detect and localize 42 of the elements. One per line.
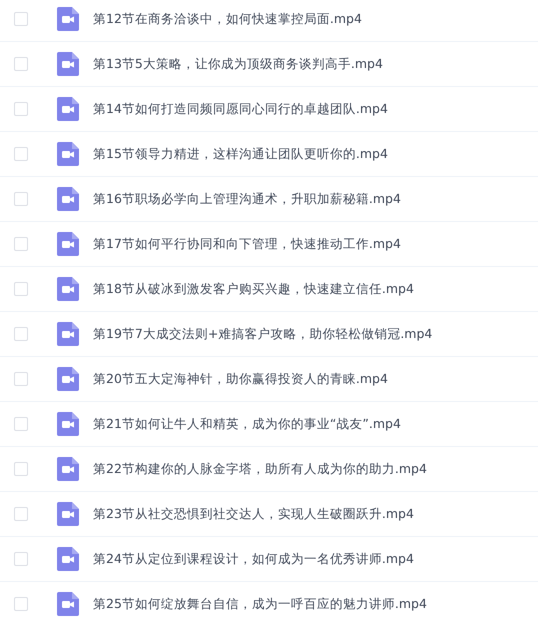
file-name[interactable]: 第22节构建你的人脉金字塔，助所有人成为你的助力.mp4	[93, 460, 427, 478]
checkbox[interactable]	[14, 192, 28, 206]
checkbox[interactable]	[14, 417, 28, 431]
checkbox[interactable]	[14, 372, 28, 386]
checkbox[interactable]	[14, 147, 28, 161]
file-name[interactable]: 第21节如何让牛人和精英，成为你的事业“战友”.mp4	[93, 416, 401, 432]
video-file-icon	[57, 232, 79, 256]
video-file-icon	[57, 7, 79, 31]
checkbox[interactable]	[14, 462, 28, 476]
checkbox[interactable]	[14, 597, 28, 611]
checkbox[interactable]	[14, 282, 28, 296]
video-file-icon	[57, 187, 79, 211]
checkbox[interactable]	[14, 507, 28, 521]
file-name[interactable]: 第16节职场必学向上管理沟通术，升职加薪秘籍.mp4	[93, 190, 401, 208]
file-name[interactable]: 第15节领导力精进，这样沟通让团队更听你的.mp4	[93, 146, 388, 162]
checkbox[interactable]	[14, 102, 28, 116]
video-file-icon	[57, 97, 79, 121]
video-file-icon	[57, 502, 79, 526]
file-name[interactable]: 第23节从社交恐惧到社交达人，实现人生破圈跃升.mp4	[93, 506, 414, 522]
video-file-icon	[57, 322, 79, 346]
file-name[interactable]: 第24节从定位到课程设计，如何成为一名优秀讲师.mp4	[93, 550, 414, 568]
file-name[interactable]: 第13节5大策略，让你成为顶级商务谈判高手.mp4	[93, 56, 383, 72]
video-file-icon	[57, 142, 79, 166]
file-name[interactable]: 第14节如何打造同频同愿同心同行的卓越团队.mp4	[93, 100, 388, 118]
checkbox[interactable]	[14, 552, 28, 566]
file-name[interactable]: 第12节在商务洽谈中，如何快速掌控局面.mp4	[93, 10, 362, 28]
video-file-icon	[57, 457, 79, 481]
file-name[interactable]: 第17节如何平行协同和向下管理，快速推动工作.mp4	[93, 236, 401, 252]
file-name[interactable]: 第19节7大成交法则+难搞客户攻略，助你轻松做销冠.mp4	[93, 326, 432, 342]
file-name[interactable]: 第25节如何绽放舞台自信，成为一呼百应的魅力讲师.mp4	[93, 596, 427, 612]
video-file-icon	[57, 592, 79, 616]
checkbox[interactable]	[14, 237, 28, 251]
checkbox[interactable]	[14, 57, 28, 71]
checkbox[interactable]	[14, 12, 28, 26]
video-file-icon	[57, 52, 79, 76]
video-file-icon	[57, 412, 79, 436]
file-name[interactable]: 第18节从破冰到激发客户购买兴趣，快速建立信任.mp4	[93, 280, 414, 298]
video-file-icon	[57, 277, 79, 301]
video-file-icon	[57, 367, 79, 391]
checkbox[interactable]	[14, 327, 28, 341]
file-name[interactable]: 第20节五大定海神针，助你赢得投资人的青睐.mp4	[93, 370, 388, 388]
video-file-icon	[57, 547, 79, 571]
